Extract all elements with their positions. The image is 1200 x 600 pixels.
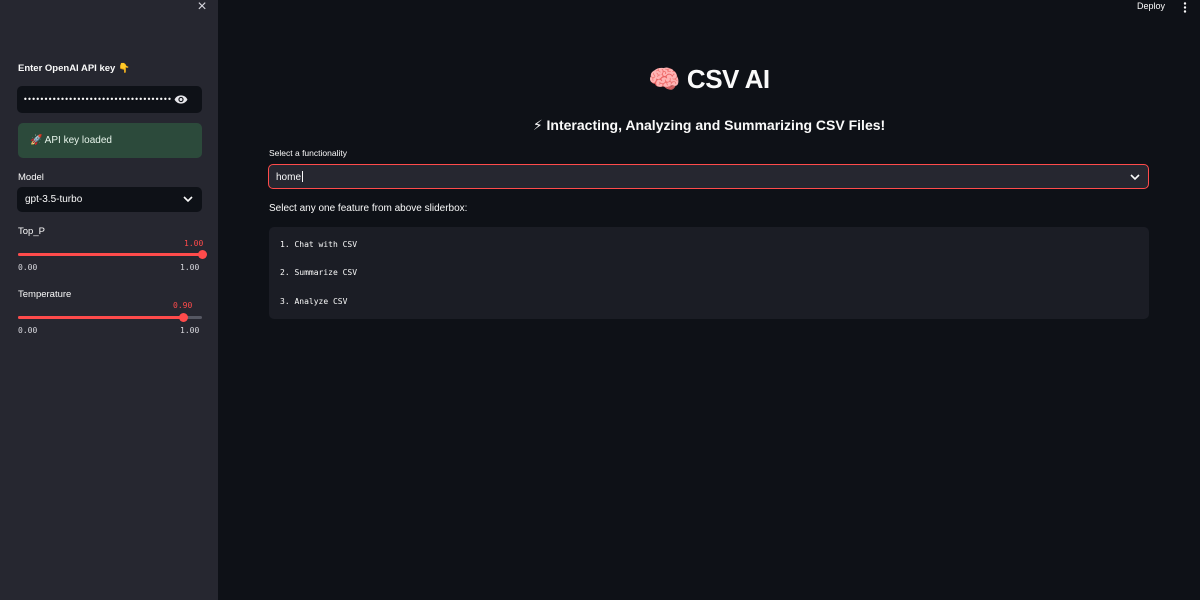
functionality-selected-value: home xyxy=(276,171,304,183)
temperature-value: 0.90 xyxy=(173,301,193,310)
chevron-down-icon xyxy=(1130,174,1140,181)
top-p-slider[interactable] xyxy=(18,250,207,259)
api-key-status: 🚀 API key loaded xyxy=(18,123,202,158)
deploy-button[interactable]: Deploy xyxy=(1137,1,1165,11)
functionality-selected-text: home xyxy=(276,172,302,183)
feature-item: 3. Analyze CSV xyxy=(280,297,348,306)
temperature-label: Temperature xyxy=(18,289,72,300)
api-key-input[interactable] xyxy=(23,92,171,107)
api-key-label: Enter OpenAI API key 👇 xyxy=(18,63,130,74)
top-p-max: 1.00 xyxy=(180,263,200,272)
temperature-min: 0.00 xyxy=(18,326,38,335)
features-code-block: 1. Chat with CSV 2. Summarize CSV 3. Ana… xyxy=(269,227,1149,319)
temperature-max: 1.00 xyxy=(180,326,200,335)
page-title: 🧠 CSV AI xyxy=(648,64,770,94)
top-p-value: 1.00 xyxy=(184,239,204,248)
api-key-status-text: 🚀 API key loaded xyxy=(30,135,112,146)
functionality-label: Select a functionality xyxy=(269,148,347,158)
model-label: Model xyxy=(18,172,44,183)
top-p-min: 0.00 xyxy=(18,263,38,272)
temperature-slider-thumb[interactable] xyxy=(179,313,189,322)
model-select[interactable]: gpt-3.5-turbo xyxy=(17,187,202,212)
page-subtitle: ⚡ Interacting, Analyzing and Summarizing… xyxy=(532,117,886,133)
feature-item: 1. Chat with CSV xyxy=(280,240,358,249)
feature-item: 2. Summarize CSV xyxy=(280,268,358,277)
sidebar: × Enter OpenAI API key 👇 🚀 API key loade… xyxy=(0,0,218,600)
top-p-slider-thumb[interactable] xyxy=(197,250,207,259)
more-vert-icon[interactable] xyxy=(1183,2,1187,13)
instruction-text: Select any one feature from above slider… xyxy=(269,203,468,214)
model-selected-value: gpt-3.5-turbo xyxy=(25,194,83,205)
chevron-down-icon xyxy=(183,196,193,203)
temperature-slider[interactable] xyxy=(18,313,202,322)
sidebar-close-button[interactable]: × xyxy=(194,0,210,16)
text-cursor xyxy=(302,171,304,182)
eye-icon[interactable] xyxy=(174,94,188,105)
top-p-label: Top_P xyxy=(18,226,45,237)
api-key-field[interactable] xyxy=(17,86,202,113)
functionality-select[interactable]: home xyxy=(268,164,1149,189)
